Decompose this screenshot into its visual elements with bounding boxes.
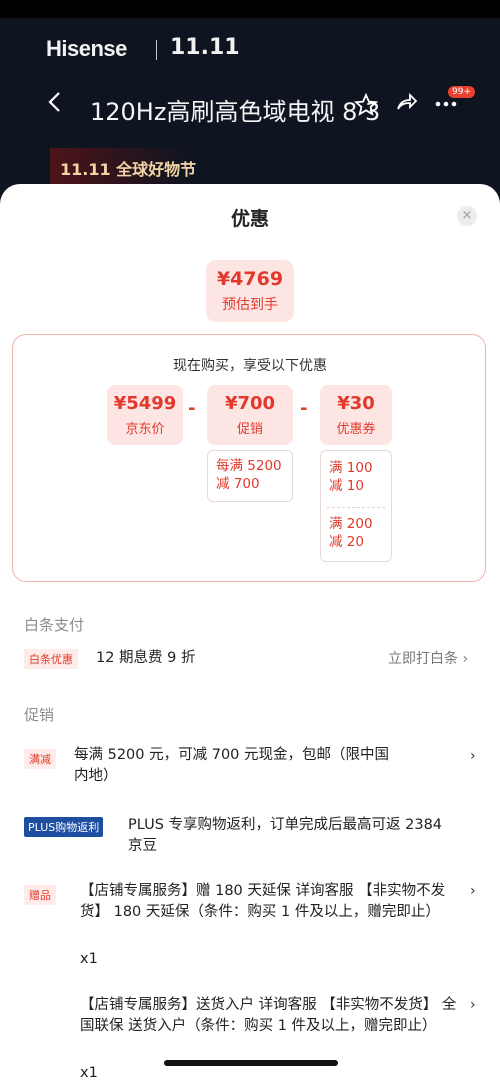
promotions-section-title: 促销 [24, 706, 55, 724]
chevron-right-icon[interactable]: › [470, 997, 476, 1013]
estimated-price-label: 预估到手 [222, 297, 278, 313]
baitiao-text: 12 期息费 9 折 [96, 650, 196, 666]
sheet-title: 优惠 [230, 208, 269, 230]
jd-price-label: 京东价 [125, 422, 165, 437]
share-icon [397, 92, 418, 110]
estimated-price-box: ¥4769 预估到手 [206, 260, 294, 322]
baitiao-section-title: 白条支付 [24, 616, 85, 634]
promotion-text: PLUS 专享购物返利，订单完成后最高可返 2384 京豆 [128, 817, 443, 854]
close-icon: × [461, 208, 473, 223]
promotion-detail: 每满 5200 减 700 [207, 450, 293, 502]
baitiao-tag: 白条优惠 [24, 649, 78, 669]
brand-divider [156, 40, 157, 60]
back-button[interactable] [40, 90, 70, 120]
gift-tag: 赠品 [24, 885, 56, 905]
baitiao-link[interactable]: 立即打白条 › [388, 648, 468, 668]
gift-quantity: x1 [80, 951, 98, 967]
status-bar [0, 0, 500, 18]
coupon-detail: 满 100 减 10 满 200 减 20 [320, 450, 392, 562]
coupon-tier-line: 减 10 [329, 478, 364, 494]
gift-text[interactable]: 【店铺专属服务】赠 180 天延保 详询客服 【非实物不发货】 180 天延保（… [80, 881, 464, 923]
home-indicator[interactable] [164, 1060, 338, 1066]
coupon-box: ¥30 优惠券 [320, 385, 392, 445]
promotion-amount: ¥700 [224, 393, 276, 414]
plus-rebate-tag: PLUS购物返利 [24, 817, 104, 837]
estimated-price: ¥4769 [216, 268, 284, 290]
discount-sheet: 优惠 × ¥4769 预估到手 现在购买，享受以下优惠 ¥5499 京东价 - … [0, 184, 500, 1082]
minus-sign: - [300, 398, 308, 419]
message-count-badge: 99+ [448, 86, 475, 98]
coupon-amount: ¥30 [337, 393, 375, 414]
promotion-label: 促销 [236, 422, 263, 437]
chevron-left-icon [48, 92, 60, 112]
star-icon [353, 92, 379, 116]
promotion-box: ¥700 促销 [207, 385, 293, 445]
gift-quantity: x1 [80, 1065, 98, 1081]
brand-logo: Hisense [46, 36, 127, 61]
coupon-divider [327, 507, 385, 508]
chevron-right-icon[interactable]: › [470, 748, 476, 764]
coupon-tier: 满 100 减 10 [321, 459, 373, 495]
coupon-label: 优惠券 [336, 422, 376, 437]
favorite-button[interactable] [353, 92, 379, 123]
chevron-right-icon[interactable]: › [470, 883, 476, 899]
product-page-background: Hisense 11.11 120Hz高刷高色域电视 8 3 99+ 11.11… [0, 0, 500, 210]
event-logo: 11.11 [170, 35, 240, 60]
event-label: 11.11 全球好物节 [60, 160, 197, 179]
breakdown-title: 现在购买，享受以下优惠 [173, 358, 327, 374]
minus-sign: - [188, 398, 196, 419]
jd-price: ¥5499 [113, 393, 177, 414]
promotion-detail-line: 减 700 [216, 476, 260, 492]
gift-text[interactable]: 【店铺专属服务】送货入户 详询客服 【非实物不发货】 全国联保 送货入户（条件：… [80, 995, 464, 1037]
share-button[interactable] [394, 90, 418, 120]
coupon-tier: 满 200 减 20 [321, 515, 373, 551]
jd-price-box: ¥5499 京东价 [107, 385, 183, 445]
full-reduction-tag: 满减 [24, 749, 56, 769]
close-button[interactable]: × [457, 206, 477, 226]
coupon-tier-line: 减 20 [329, 534, 364, 550]
coupon-tier-line: 满 200 [329, 516, 373, 532]
promotion-text[interactable]: 每满 5200 元，可减 700 元现金，包邮（限中国内地） [74, 745, 394, 787]
promotion-detail-line: 每满 5200 [216, 458, 282, 474]
coupon-tier-line: 满 100 [329, 460, 373, 476]
